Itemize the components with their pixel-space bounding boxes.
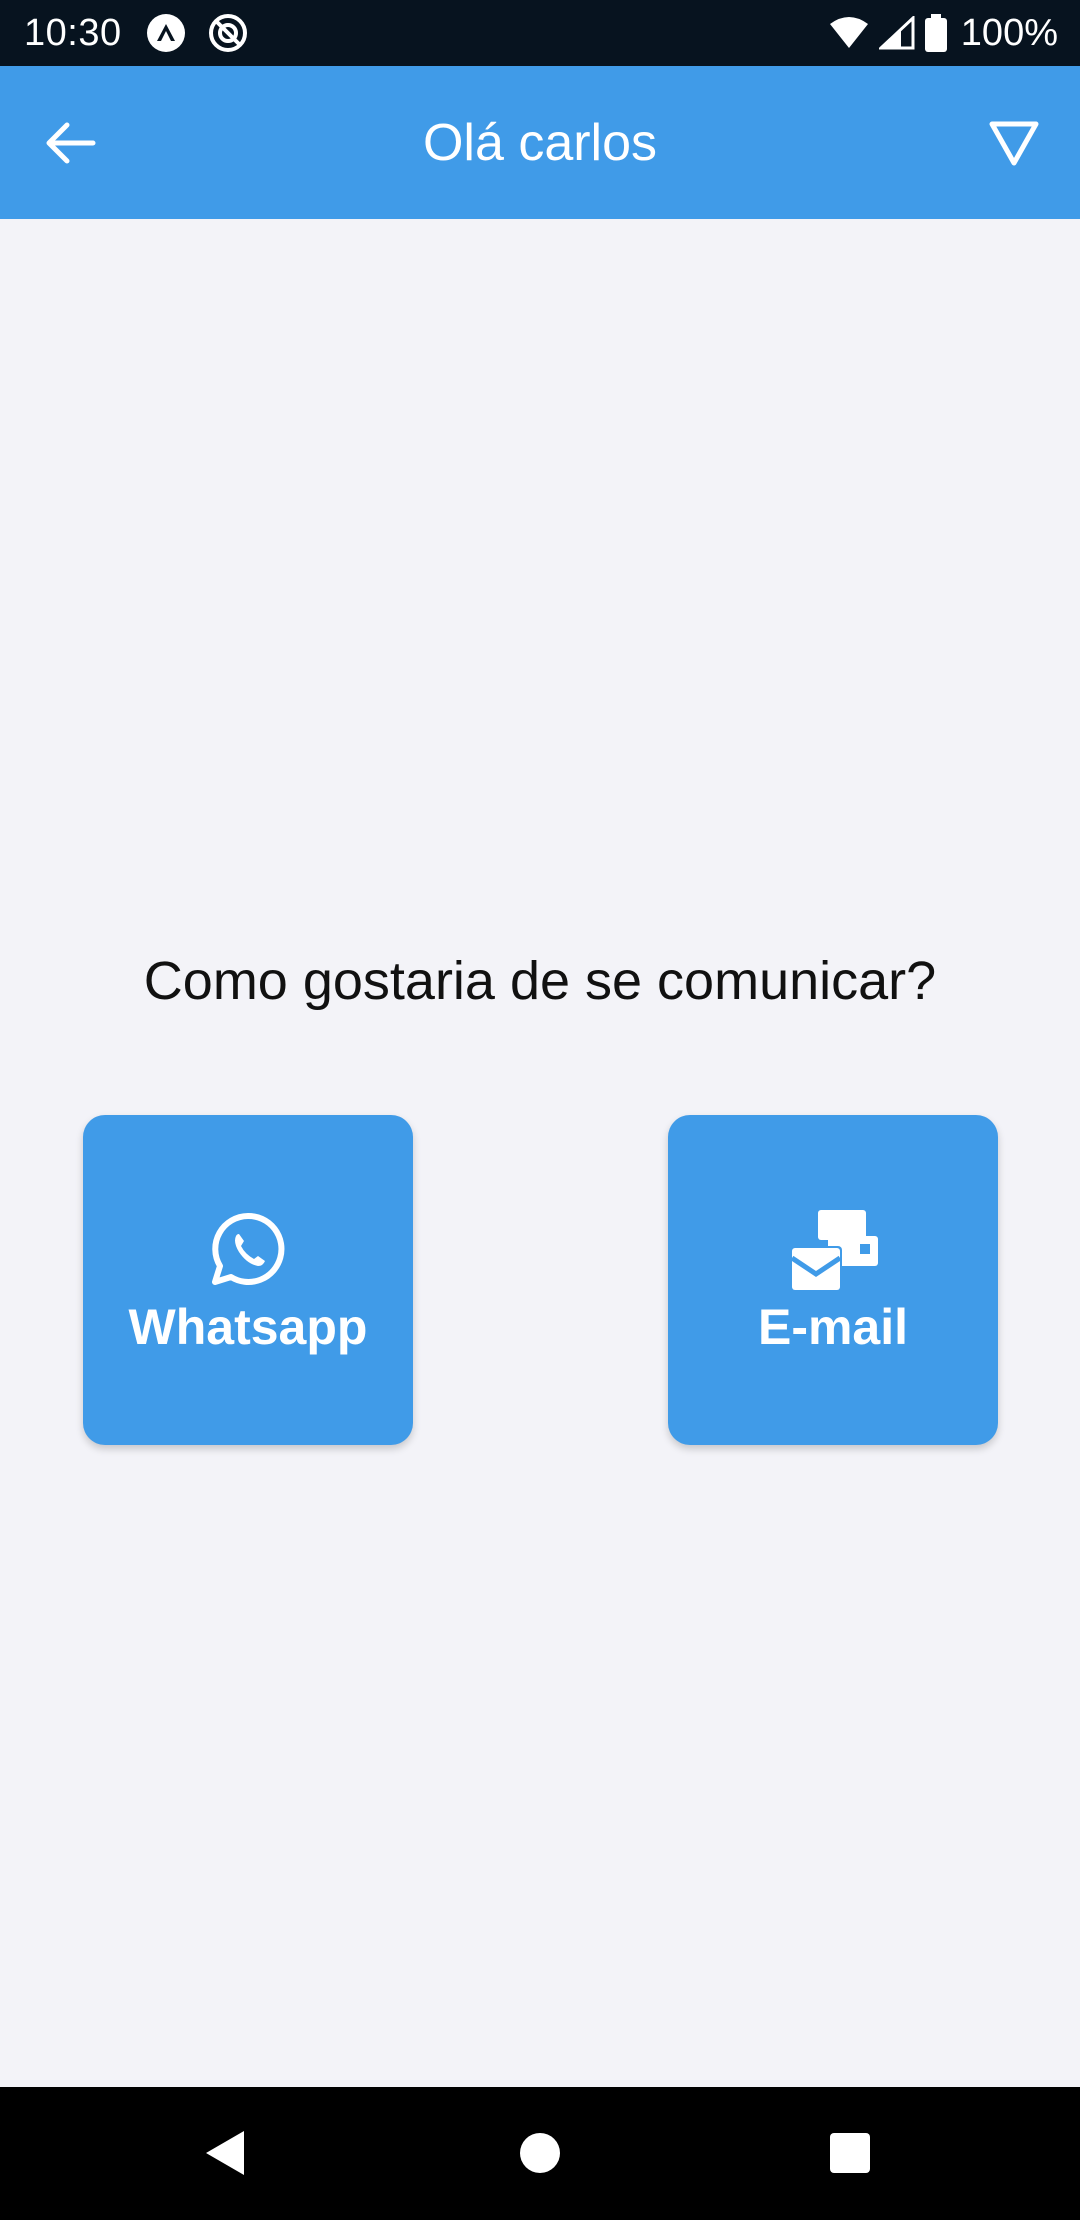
back-triangle-icon xyxy=(206,2131,244,2175)
battery-icon xyxy=(924,14,947,52)
page-title: Olá carlos xyxy=(422,113,658,172)
nav-back-button[interactable] xyxy=(186,2113,266,2193)
status-indicators: 100% xyxy=(829,0,1058,66)
home-circle-icon xyxy=(520,2133,560,2173)
nav-home-button[interactable] xyxy=(500,2113,580,2193)
system-nav-bar xyxy=(0,2087,1080,2220)
arrow-left-icon xyxy=(46,122,96,164)
whatsapp-icon xyxy=(212,1212,285,1285)
wifi-icon xyxy=(829,17,868,48)
back-button[interactable] xyxy=(36,108,106,178)
filter-triangle-icon xyxy=(989,121,1039,166)
nav-recents-button[interactable] xyxy=(810,2113,890,2193)
sync-notification-icon xyxy=(209,14,247,52)
app-bar: Olá carlos xyxy=(0,66,1080,219)
whatsapp-button[interactable]: Whatsapp xyxy=(83,1115,413,1445)
battery-percent: 100% xyxy=(960,11,1058,54)
whatsapp-label: Whatsapp xyxy=(128,1299,368,1355)
email-button[interactable]: E-mail xyxy=(668,1115,998,1445)
mail-bulk-icon xyxy=(790,1210,878,1292)
email-label: E-mail xyxy=(757,1299,909,1355)
communication-question: Como gostaria de se comunicar? xyxy=(143,951,937,1011)
signal-icon xyxy=(878,16,915,50)
recents-square-icon xyxy=(830,2133,870,2173)
filter-button[interactable] xyxy=(976,106,1052,182)
expo-notification-icon xyxy=(147,14,185,52)
status-time: 10:30 xyxy=(24,11,122,54)
status-bar: 10:30 100% xyxy=(0,0,1080,66)
